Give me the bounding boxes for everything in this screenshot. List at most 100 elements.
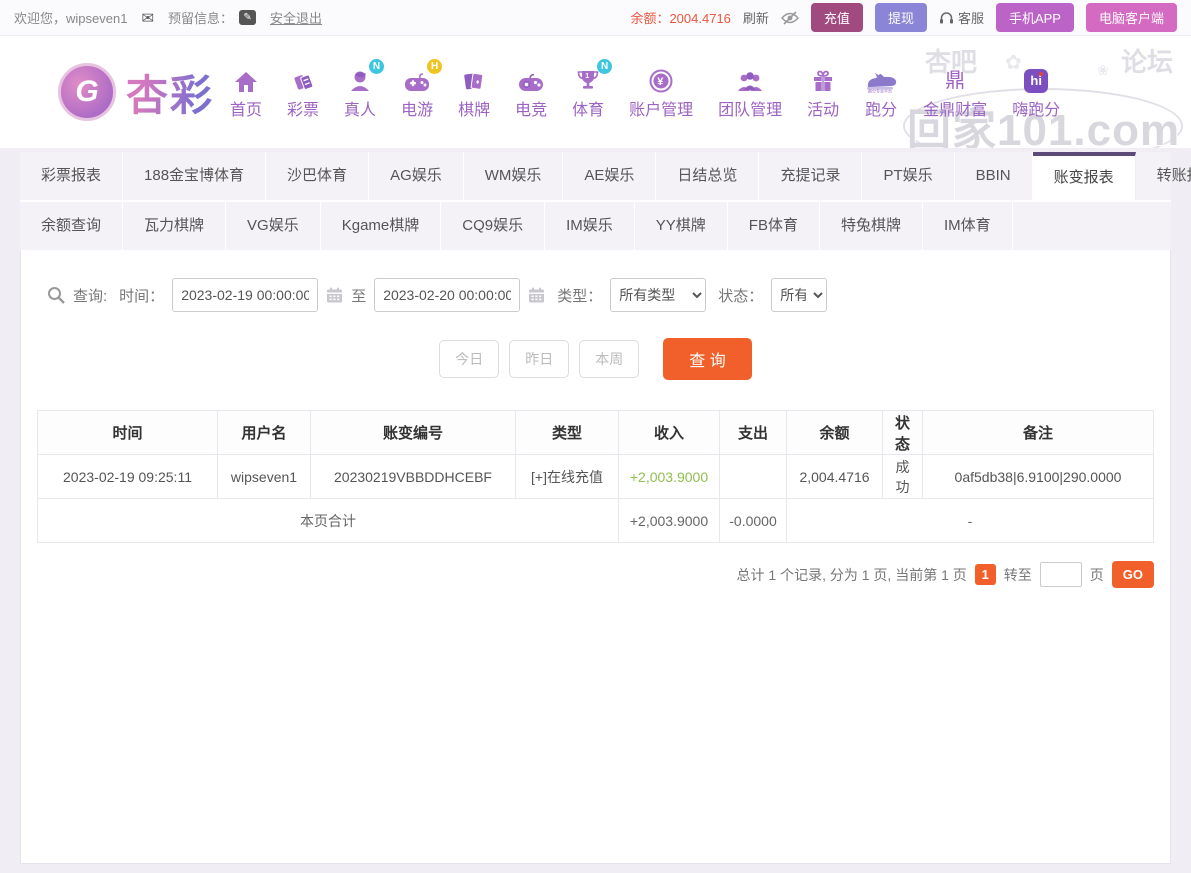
tab-bbin[interactable]: BBIN bbox=[955, 152, 1033, 200]
nav-item-lottery[interactable]: 彩票 bbox=[287, 65, 319, 120]
nav-item-egames[interactable]: H 电游 bbox=[401, 65, 433, 120]
recharge-button[interactable]: 充值 bbox=[811, 3, 863, 32]
tab-kgame[interactable]: Kgame棋牌 bbox=[321, 202, 442, 250]
tab-yy-board[interactable]: YY棋牌 bbox=[635, 202, 728, 250]
mail-icon[interactable]: ✉ bbox=[141, 9, 154, 27]
gamepad-icon: H bbox=[404, 65, 430, 93]
eye-slash-icon[interactable] bbox=[781, 11, 799, 25]
tab-188-sports[interactable]: 188金宝博体育 bbox=[123, 152, 266, 200]
col-status: 状态 bbox=[883, 411, 923, 455]
calendar-icon[interactable] bbox=[528, 287, 545, 304]
tab-transfer-report[interactable]: 转账报表 bbox=[1136, 152, 1191, 200]
cell-type: [+]在线充值 bbox=[516, 455, 619, 499]
svg-text:跑分专业平台: 跑分专业平台 bbox=[868, 87, 892, 93]
nav-item-sports[interactable]: 1 N 体育 bbox=[572, 65, 604, 120]
nav-item-esports[interactable]: 电竞 bbox=[515, 65, 547, 120]
cell-change-id: 20230219VBBDDHCEBF bbox=[311, 455, 516, 499]
tab-ae[interactable]: AE娱乐 bbox=[563, 152, 656, 200]
page-unit-label: 页 bbox=[1090, 565, 1104, 585]
cell-income: +2,003.9000 bbox=[619, 455, 720, 499]
home-icon bbox=[234, 65, 258, 93]
yesterday-button[interactable]: 昨日 bbox=[509, 340, 569, 378]
customer-service-label: 客服 bbox=[958, 8, 984, 27]
mobile-app-button[interactable]: 手机APP bbox=[996, 3, 1074, 32]
current-page-badge[interactable]: 1 bbox=[975, 564, 996, 585]
nav-item-home[interactable]: 首页 bbox=[230, 65, 262, 120]
nav-item-team-management[interactable]: 团队管理 bbox=[718, 65, 782, 120]
type-label: 类型： bbox=[557, 285, 602, 306]
tab-im-casino[interactable]: IM娱乐 bbox=[545, 202, 635, 250]
tab-wali-board[interactable]: 瓦力棋牌 bbox=[123, 202, 226, 250]
tab-fb-sports[interactable]: FB体育 bbox=[728, 202, 820, 250]
account-change-table: 时间 用户名 账变编号 类型 收入 支出 余额 状态 备注 2023-02-19… bbox=[37, 410, 1154, 543]
report-tabs: 彩票报表 188金宝博体育 沙巴体育 AG娱乐 WM娱乐 AE娱乐 日结总览 充… bbox=[20, 152, 1171, 250]
col-income: 收入 bbox=[619, 411, 720, 455]
withdraw-button[interactable]: 提现 bbox=[875, 3, 927, 32]
pagination: 总计 1 个记录, 分为 1 页, 当前第 1 页 1 转至 页 GO bbox=[21, 561, 1154, 588]
nav-item-boardgames[interactable]: ♦ 棋牌 bbox=[458, 65, 490, 120]
rhino-icon: 跑分专业平台 bbox=[864, 65, 898, 93]
cell-time: 2023-02-19 09:25:11 bbox=[38, 455, 218, 499]
today-button[interactable]: 今日 bbox=[439, 340, 499, 378]
welcome-text: 欢迎您，wipseven1 bbox=[14, 8, 127, 27]
search-submit-button[interactable]: 查 询 bbox=[663, 338, 751, 380]
col-type: 类型 bbox=[516, 411, 619, 455]
nav-item-hi-paofen[interactable]: hi 嗨跑分 bbox=[1012, 65, 1060, 120]
live-dealer-icon: N bbox=[348, 65, 372, 93]
nav-item-activity[interactable]: 活动 bbox=[807, 65, 839, 120]
logo-text: 杏彩 bbox=[126, 62, 214, 123]
calendar-icon[interactable] bbox=[326, 287, 343, 304]
date-to-input[interactable] bbox=[374, 278, 520, 312]
logo-emblem-icon: G bbox=[58, 63, 116, 121]
tab-daily-overview[interactable]: 日结总览 bbox=[656, 152, 759, 200]
tab-cq9[interactable]: CQ9娱乐 bbox=[441, 202, 545, 250]
tab-tetu-board[interactable]: 特兔棋牌 bbox=[820, 202, 923, 250]
brand-logo[interactable]: G 杏彩 bbox=[58, 62, 214, 123]
col-remark: 备注 bbox=[923, 411, 1154, 455]
svg-text:¥: ¥ bbox=[657, 76, 664, 88]
tab-deposit-withdraw-records[interactable]: 充提记录 bbox=[759, 152, 862, 200]
tab-lottery-report[interactable]: 彩票报表 bbox=[20, 152, 123, 200]
tab-wm[interactable]: WM娱乐 bbox=[464, 152, 564, 200]
tab-balance-query[interactable]: 余额查询 bbox=[20, 202, 123, 250]
search-icon bbox=[47, 286, 65, 304]
nav-item-jinding-wealth[interactable]: 鼎 金鼎财富 bbox=[923, 65, 987, 120]
cell-remark: 0af5db38|6.9100|290.0000 bbox=[923, 455, 1154, 499]
tab-account-change-report[interactable]: 账变报表 bbox=[1033, 152, 1136, 200]
col-expense: 支出 bbox=[720, 411, 787, 455]
total-label: 本页合计 bbox=[38, 499, 619, 543]
ding-cauldron-icon: 鼎 bbox=[945, 65, 965, 93]
nav-item-live[interactable]: N 真人 bbox=[344, 65, 376, 120]
time-label: 时间： bbox=[119, 285, 164, 306]
nav-item-account-management[interactable]: ¥ 账户管理 bbox=[629, 65, 693, 120]
tab-pt[interactable]: PT娱乐 bbox=[862, 152, 954, 200]
status-select[interactable]: 所有 bbox=[771, 278, 827, 312]
logout-link[interactable]: 安全退出 bbox=[270, 8, 322, 27]
edit-pencil-icon[interactable]: ✎ bbox=[239, 10, 256, 25]
go-button[interactable]: GO bbox=[1112, 561, 1154, 588]
ticket-icon bbox=[291, 65, 315, 93]
tab-row-2: 余额查询 瓦力棋牌 VG娱乐 Kgame棋牌 CQ9娱乐 IM娱乐 YY棋牌 F… bbox=[20, 200, 1171, 250]
balance-value: 2004.4716 bbox=[669, 11, 730, 26]
type-select[interactable]: 所有类型 bbox=[610, 278, 706, 312]
tab-im-sports[interactable]: IM体育 bbox=[923, 202, 1013, 250]
date-from-input[interactable] bbox=[172, 278, 318, 312]
tab-ag[interactable]: AG娱乐 bbox=[369, 152, 464, 200]
customer-service-link[interactable]: 客服 bbox=[939, 8, 984, 27]
tab-vg[interactable]: VG娱乐 bbox=[226, 202, 321, 250]
cell-expense bbox=[720, 455, 787, 499]
cards-icon: ♦ bbox=[462, 65, 486, 93]
tab-shaba-sports[interactable]: 沙巴体育 bbox=[266, 152, 369, 200]
svg-text:1: 1 bbox=[585, 73, 589, 80]
nav-item-paofen[interactable]: 跑分专业平台 跑分 bbox=[864, 65, 898, 120]
site-header: G 杏彩 首页 彩票 N 真人 H 电游 bbox=[0, 36, 1191, 148]
goto-page-input[interactable] bbox=[1040, 562, 1082, 587]
refresh-link[interactable]: 刷新 bbox=[743, 8, 769, 27]
col-time: 时间 bbox=[38, 411, 218, 455]
pc-client-button[interactable]: 电脑客户端 bbox=[1086, 3, 1177, 32]
table-header-row: 时间 用户名 账变编号 类型 收入 支出 余额 状态 备注 bbox=[38, 411, 1154, 455]
balance-text: 余额：2004.4716 bbox=[630, 8, 730, 27]
this-week-button[interactable]: 本周 bbox=[579, 340, 639, 378]
headset-icon bbox=[939, 11, 954, 25]
team-icon bbox=[736, 65, 764, 93]
